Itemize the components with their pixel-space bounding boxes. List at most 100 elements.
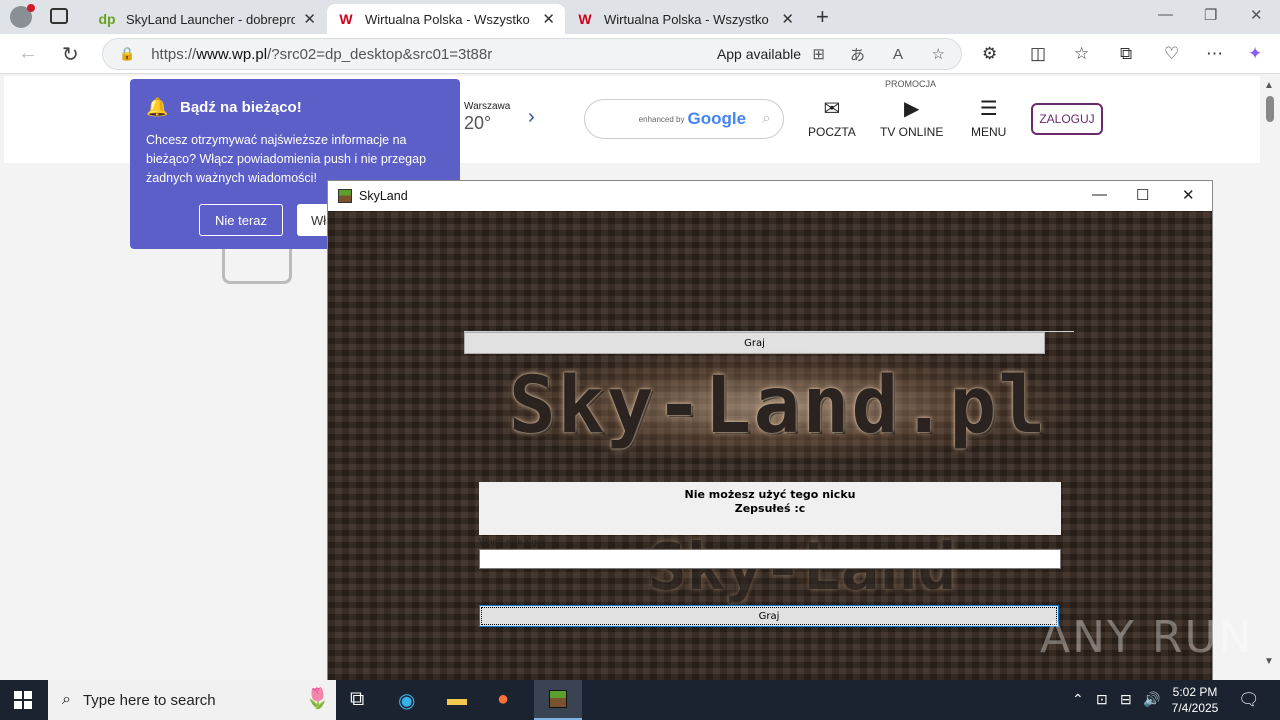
close-tab-icon[interactable]: ✕	[303, 10, 316, 28]
google-logo: Google	[687, 109, 747, 128]
nick-label: Wpisz nick z gry:	[479, 537, 547, 547]
page-scrollbar[interactable]: ▲ ▼	[1260, 76, 1280, 680]
firefox-icon[interactable]: ●	[497, 688, 509, 711]
taskbar: ⌕ Type here to search 🌷 ⧉ ◉ ▬ ● ⌃ ⊡ ⊟ 🔊 …	[0, 680, 1280, 720]
taskbar-skyland-active[interactable]	[534, 680, 582, 720]
favorites-icon[interactable]: ☆	[1074, 44, 1089, 64]
close-tab-icon[interactable]: ✕	[542, 10, 555, 28]
close-window-icon[interactable]: ✕	[1182, 186, 1195, 204]
close-tab-icon[interactable]: ✕	[781, 10, 794, 28]
bell-icon: 🔔	[146, 97, 169, 117]
url-prefix: https://	[151, 45, 197, 63]
notification-title: Bądź na bieżąco!	[180, 99, 302, 116]
nav-label: TV ONLINE	[880, 125, 944, 139]
minimize-icon[interactable]: —	[1092, 186, 1107, 203]
tab-wirtualna-polska[interactable]: W Wirtualna Polska - Wszystko co wa ✕	[566, 4, 804, 34]
refresh-icon[interactable]: ↻	[62, 42, 79, 67]
restore-icon[interactable]: ❐	[1204, 6, 1217, 24]
login-button[interactable]: ZALOGUJ	[1031, 103, 1103, 135]
not-now-button[interactable]: Nie teraz	[199, 204, 283, 236]
notifications-icon[interactable]: 🗨	[1238, 690, 1260, 710]
maximize-icon[interactable]: ☐	[1136, 186, 1149, 204]
anyrun-watermark: ANY RUN	[1040, 612, 1254, 663]
google-search-box[interactable]: enhanced by Google ⌕	[584, 99, 784, 139]
extensions-icon[interactable]: ⚙	[982, 44, 997, 64]
grass-block-icon	[338, 189, 352, 203]
hamburger-menu-icon: ☰	[979, 98, 998, 120]
more-menu-icon[interactable]: ⋯	[1206, 44, 1223, 64]
nav-label: MENU	[971, 125, 1007, 139]
chevron-right-icon[interactable]: ›	[528, 106, 535, 129]
skyland-window: SkyLand — ☐ ✕ Graj Sky-Land.pl Sky-Land …	[327, 180, 1213, 680]
tv-play-icon: ▶	[903, 98, 920, 120]
taskbar-search-placeholder: Type here to search	[82, 691, 216, 709]
close-window-icon[interactable]: ✕	[1250, 6, 1263, 24]
nick-input[interactable]	[479, 549, 1061, 569]
url-path: /?src02=dp_desktop&src01=3t88r	[267, 45, 493, 63]
volume-icon[interactable]: 🔊	[1143, 691, 1160, 708]
tab-actions-icon[interactable]	[50, 8, 68, 24]
task-view-icon[interactable]: ⧉	[350, 688, 364, 711]
copilot-icon[interactable]: ✦	[1248, 44, 1262, 64]
app-available-label[interactable]: App available	[717, 46, 801, 62]
app-install-icon[interactable]: ⊞	[812, 45, 825, 63]
taskbar-search[interactable]: ⌕ Type here to search 🌷	[48, 680, 336, 720]
browser-essentials-icon[interactable]: ♡	[1164, 44, 1179, 64]
mail-icon: ✉	[823, 98, 841, 120]
nav-tv-online[interactable]: ▶ TV ONLINE	[880, 96, 943, 139]
search-highlight-icon: 🌷	[305, 688, 330, 710]
nav-poczta[interactable]: ✉ POCZTA	[808, 96, 856, 139]
device-icon[interactable]: ⊡	[1096, 691, 1108, 708]
tab-wirtualna-polska-active[interactable]: W Wirtualna Polska - Wszystko co wa ✕	[327, 4, 565, 34]
file-explorer-icon[interactable]: ▬	[447, 688, 467, 711]
edge-icon[interactable]: ◉	[398, 688, 415, 713]
tab-title: SkyLand Launcher - dobreprogramy	[126, 11, 296, 27]
search-icon: ⌕	[62, 691, 71, 708]
clock-time: 5:02 PM	[1172, 685, 1218, 699]
read-aloud-icon[interactable]: A	[893, 46, 903, 63]
wp-favicon-icon: W	[339, 11, 353, 27]
error-message-box: Nie możesz użyć tego nicku Zepsułeś :c	[479, 482, 1061, 535]
skyland-window-title: SkyLand	[359, 189, 408, 203]
windows-start-icon[interactable]	[14, 691, 32, 709]
skyland-title-bar[interactable]: SkyLand — ☐ ✕	[328, 181, 1212, 211]
skyland-logo-shadow: Sky-Land	[648, 531, 1078, 611]
show-hidden-icons-icon[interactable]: ⌃	[1072, 691, 1084, 708]
address-toolbar: ← ↻ 🔒 https:// www.wp.pl /?src02=dp_desk…	[0, 34, 1280, 74]
favorite-star-icon[interactable]: ☆	[932, 45, 945, 63]
collections-icon[interactable]: ⧉	[1120, 44, 1132, 64]
grass-block-icon	[549, 690, 567, 708]
scrollbar-thumb[interactable]	[1266, 96, 1274, 122]
url-host: www.wp.pl	[196, 45, 268, 63]
tab-skyland-launcher[interactable]: dp SkyLand Launcher - dobreprogramy ✕	[88, 4, 326, 34]
browser-tab-bar: dp SkyLand Launcher - dobreprogramy ✕ W …	[0, 0, 1280, 34]
search-icon[interactable]: ⌕	[762, 110, 771, 128]
promo-label: PROMOCJA	[885, 79, 937, 89]
profile-avatar-icon[interactable]	[10, 4, 35, 28]
skyland-logo: Sky-Land.pl	[508, 361, 1048, 451]
play-button[interactable]: Graj	[479, 605, 1059, 627]
weather-city[interactable]: Warszawa	[464, 101, 510, 112]
minimize-icon[interactable]: —	[1158, 6, 1173, 23]
scroll-down-icon[interactable]: ▼	[1264, 656, 1274, 667]
lock-icon[interactable]: 🔒	[119, 46, 135, 62]
error-message-line1: Nie możesz użyć tego nicku	[684, 488, 856, 501]
enhanced-by-label: enhanced by	[638, 114, 685, 124]
error-message-line2: Zepsułeś :c	[734, 502, 806, 515]
scroll-up-icon[interactable]: ▲	[1264, 80, 1274, 91]
nav-label: POCZTA	[808, 125, 856, 139]
thumbs-up-illustration	[222, 244, 292, 284]
dp-favicon-icon: dp	[98, 11, 116, 27]
tab-title: Wirtualna Polska - Wszystko co wa	[365, 11, 534, 27]
clock-date: 7/4/2025	[1171, 701, 1219, 715]
split-screen-icon[interactable]: ◫	[1030, 44, 1046, 64]
network-icon[interactable]: ⊟	[1120, 691, 1132, 708]
back-icon[interactable]: ←	[18, 42, 38, 65]
weather-temperature: 20°	[464, 113, 492, 133]
new-tab-icon[interactable]: +	[816, 4, 829, 30]
translate-icon[interactable]: あ	[850, 44, 865, 65]
clock[interactable]: 5:02 PM 7/4/2025	[1170, 684, 1220, 716]
wp-favicon-icon: W	[578, 11, 592, 27]
url-bar[interactable]: 🔒 https:// www.wp.pl /?src02=dp_desktop&…	[102, 38, 962, 70]
nav-menu[interactable]: ☰ MENU	[971, 96, 1006, 139]
